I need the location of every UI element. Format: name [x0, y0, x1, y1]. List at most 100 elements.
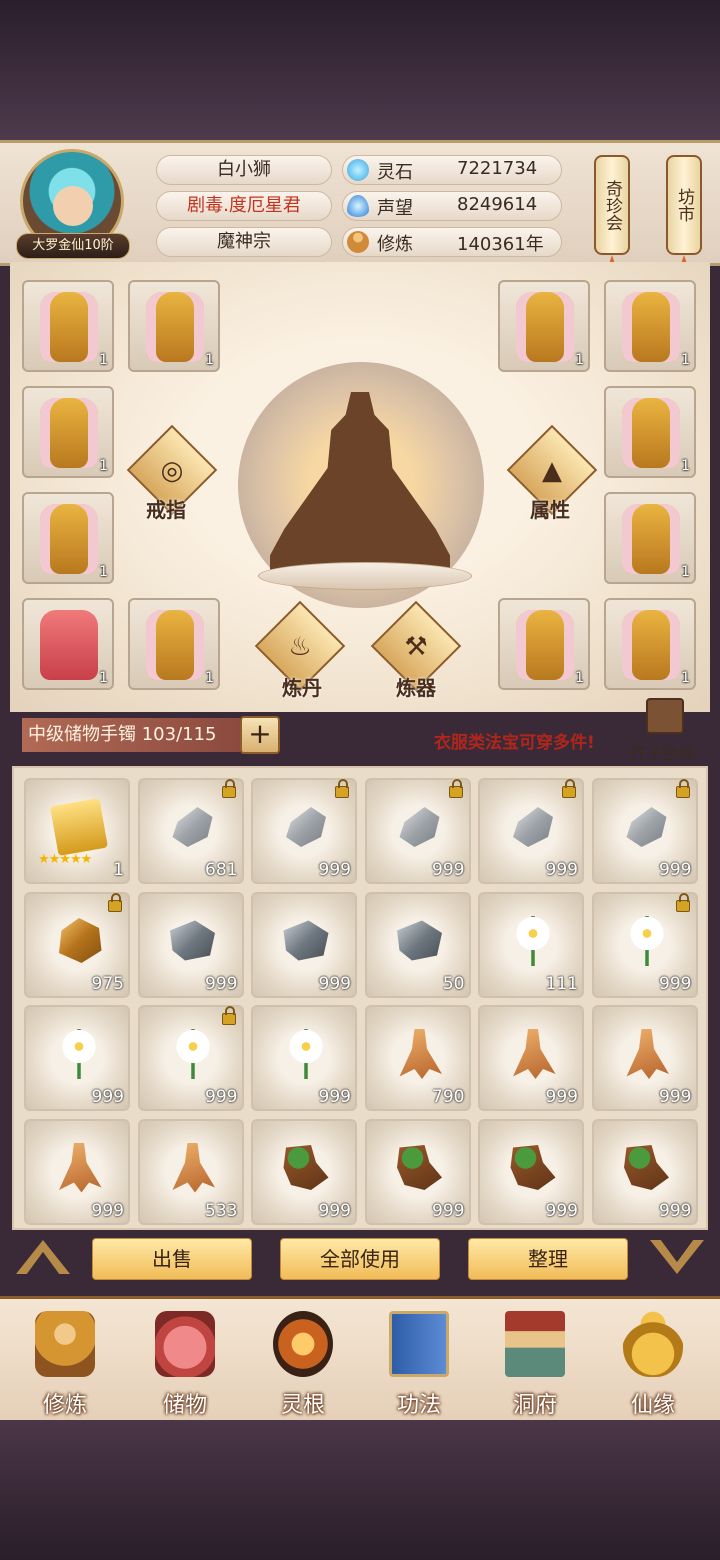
item-count: 999: [659, 1200, 692, 1221]
silver-stone-icon: [172, 807, 213, 847]
page-up-arrow[interactable]: [16, 1240, 70, 1274]
ginseng-icon: [172, 1142, 215, 1193]
treasure-auction-button[interactable]: 奇珍会: [594, 155, 630, 255]
iron-ore-icon: [283, 920, 329, 961]
nav-spirit-root[interactable]: 灵根: [250, 1305, 356, 1418]
item-count: 999: [318, 973, 351, 994]
equip-slot[interactable]: 1: [498, 598, 590, 690]
inventory-slot[interactable]: 999: [137, 1005, 244, 1111]
inventory-grid: ★★★★★ 1 681 999 999 999 999 975 999 999 50 111 999 99…: [12, 766, 708, 1230]
inventory-slot[interactable]: 999: [591, 1118, 698, 1225]
inventory-slot[interactable]: 999: [591, 1005, 698, 1111]
inventory-slot[interactable]: 50: [364, 891, 471, 998]
equip-slot[interactable]: 1: [604, 386, 696, 478]
anvil-icon: ⚒: [404, 632, 428, 662]
gourd-icon: [623, 1311, 683, 1377]
inventory-slot[interactable]: 999: [591, 891, 698, 998]
item-count: 975: [91, 973, 124, 994]
nav-immortal-fate[interactable]: 仙缘: [600, 1305, 706, 1418]
expand-storage-button[interactable]: +: [240, 716, 280, 754]
inventory-slot[interactable]: 681: [137, 778, 244, 884]
inventory-slot[interactable]: 999: [251, 891, 357, 998]
item-count: 999: [545, 860, 578, 880]
avatar-face: [53, 186, 93, 226]
sort-button[interactable]: 整理: [468, 1238, 628, 1280]
chest-icon: [646, 698, 684, 734]
nav-cave-dwelling[interactable]: 洞府: [482, 1305, 588, 1418]
inventory-slot[interactable]: 975: [24, 891, 130, 998]
inventory-slot[interactable]: 999: [251, 1005, 357, 1111]
top-backdrop: [0, 0, 720, 140]
item-count: 1: [99, 458, 108, 474]
item-count: 1: [113, 860, 124, 880]
nav-label: 功法: [396, 1393, 441, 1418]
equip-slot[interactable]: 1: [22, 598, 114, 690]
inventory-slot[interactable]: 999: [591, 778, 698, 884]
armor-icon: [516, 610, 574, 680]
item-count: 1: [575, 670, 584, 686]
item-count: 1: [99, 564, 108, 580]
inventory-slot[interactable]: 999: [364, 1118, 471, 1225]
inventory-slot[interactable]: 999: [137, 891, 244, 998]
bag-name: 中级储物手镯: [28, 724, 136, 745]
nav-cultivate[interactable]: 修炼: [12, 1305, 118, 1418]
bag-capacity: 103/115: [141, 724, 217, 745]
equip-slot[interactable]: 1: [128, 280, 220, 372]
iron-ore-icon: [397, 920, 442, 961]
equip-slot[interactable]: 1: [604, 280, 696, 372]
gold-ore-icon: [59, 918, 102, 963]
sell-button[interactable]: 出售: [92, 1238, 252, 1280]
equip-slot[interactable]: 1: [498, 280, 590, 372]
spirit-stone-icon: [347, 159, 369, 181]
mustard-seed-space-label: 芥子空间: [630, 744, 695, 763]
inventory-slot[interactable]: 999: [478, 1118, 584, 1225]
player-title[interactable]: 剧毒.度厄星君: [156, 191, 332, 221]
inventory-slot[interactable]: 790: [364, 1005, 471, 1111]
ginseng-icon: [626, 1029, 669, 1079]
lock-icon: [221, 779, 236, 798]
inventory-slot[interactable]: 999: [364, 778, 471, 884]
use-all-button[interactable]: 全部使用: [280, 1238, 440, 1280]
armor-icon: [622, 610, 680, 680]
item-count: 999: [545, 1200, 578, 1221]
inventory-slot[interactable]: 999: [251, 1118, 357, 1225]
herb-root-icon: [510, 1145, 556, 1190]
equip-slot[interactable]: 1: [22, 492, 114, 584]
equip-slot[interactable]: 1: [604, 598, 696, 690]
armor-icon: [622, 504, 680, 574]
page-down-arrow[interactable]: [650, 1240, 704, 1274]
mustard-seed-space-button[interactable]: 芥子空间: [630, 698, 694, 764]
item-count: 1: [681, 670, 690, 686]
attributes-label: 属性: [530, 498, 570, 522]
item-count: 533: [205, 1200, 238, 1221]
inventory-slot[interactable]: 999: [478, 778, 584, 884]
inventory-slot[interactable]: 999: [24, 1005, 130, 1111]
white-flower-icon: [167, 1029, 218, 1079]
armor-icon: [40, 504, 98, 574]
ring-label: 戒指: [146, 498, 186, 522]
storage-bag-bar: 中级储物手镯 103/115: [22, 718, 240, 752]
herb-root-icon: [624, 1145, 669, 1190]
inventory-slot[interactable]: 111: [478, 891, 584, 998]
item-count: 1: [205, 352, 214, 368]
item-count: 999: [659, 973, 692, 994]
nav-techniques[interactable]: 功法: [366, 1305, 472, 1418]
item-count: 1: [99, 352, 108, 368]
item-count: 999: [659, 860, 692, 880]
market-button[interactable]: 坊市: [666, 155, 702, 255]
stat-fame: 声望 8249614: [342, 191, 562, 221]
inventory-slot[interactable]: 999: [24, 1118, 130, 1225]
inventory-slot[interactable]: 999: [251, 778, 357, 884]
equip-slot[interactable]: 1: [22, 280, 114, 372]
stat-label: 修炼: [377, 234, 413, 255]
item-count: 1: [681, 352, 690, 368]
item-count: 999: [432, 860, 465, 880]
inventory-slot[interactable]: 533: [137, 1118, 244, 1225]
equip-slot[interactable]: 1: [128, 598, 220, 690]
equip-slot[interactable]: 1: [604, 492, 696, 584]
nav-storage[interactable]: 储物: [132, 1305, 238, 1418]
inventory-slot[interactable]: 999: [478, 1005, 584, 1111]
ginseng-icon: [513, 1029, 556, 1079]
equip-slot[interactable]: 1: [22, 386, 114, 478]
inventory-slot[interactable]: ★★★★★ 1: [24, 778, 130, 884]
